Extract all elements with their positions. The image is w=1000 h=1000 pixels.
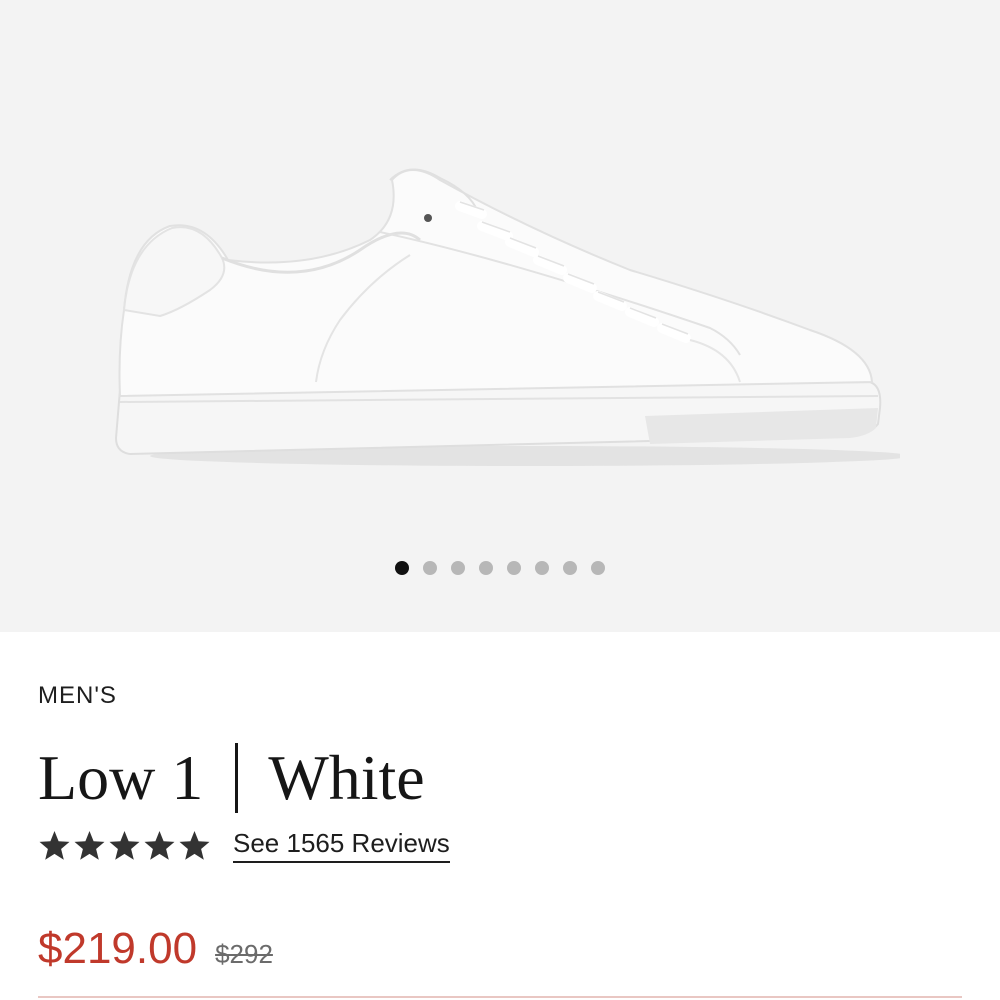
sale-price: $219.00 xyxy=(38,924,198,973)
gallery-dot-3[interactable] xyxy=(451,561,465,575)
title-separator xyxy=(235,743,239,813)
star-icon xyxy=(39,830,70,860)
price-row: $219.00 $292 xyxy=(38,924,273,974)
product-color-name: White xyxy=(268,742,425,813)
product-name: Low 1 xyxy=(38,742,204,813)
gallery-pagination xyxy=(0,561,1000,575)
product-category: MEN'S xyxy=(38,682,117,709)
gallery-dot-8[interactable] xyxy=(591,561,605,575)
gallery-dot-5[interactable] xyxy=(507,561,521,575)
gallery-dot-4[interactable] xyxy=(479,561,493,575)
gallery-dot-1[interactable] xyxy=(395,561,409,575)
rating-row: See 1565 Reviews xyxy=(38,828,450,863)
divider xyxy=(38,996,962,998)
gallery-dot-6[interactable] xyxy=(535,561,549,575)
sneaker-image[interactable] xyxy=(110,150,900,480)
star-icon xyxy=(179,830,210,860)
product-title: Low 1 White xyxy=(38,740,425,816)
star-icon xyxy=(74,830,105,860)
star-rating[interactable] xyxy=(38,830,211,862)
see-reviews-link[interactable]: See 1565 Reviews xyxy=(233,828,450,863)
star-icon xyxy=(109,830,140,860)
gallery-dot-7[interactable] xyxy=(563,561,577,575)
product-image-gallery[interactable] xyxy=(0,0,1000,632)
original-price: $292 xyxy=(215,939,273,969)
product-page: MEN'S Low 1 White See 1565 Reviews $219.… xyxy=(0,0,1000,1000)
star-icon xyxy=(144,830,175,860)
gallery-dot-2[interactable] xyxy=(423,561,437,575)
